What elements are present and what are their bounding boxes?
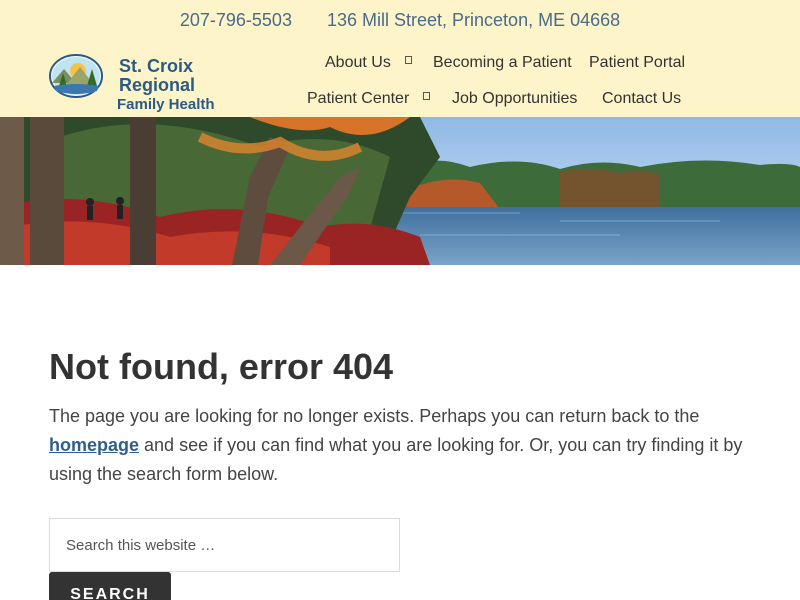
nav-job-opportunities[interactable]: Job Opportunities (452, 90, 577, 108)
site-logo[interactable]: St. Croix Regional Family Health Center (49, 53, 264, 132)
contact-bar: 207-796-5503 136 Mill Street, Princeton,… (0, 10, 800, 31)
phone-number[interactable]: 207-796-5503 (180, 10, 292, 30)
message-text-start: The page you are looking for no longer e… (49, 406, 700, 426)
logo-mountain-icon (49, 54, 103, 98)
nav-becoming-a-patient[interactable]: Becoming a Patient (433, 54, 572, 72)
nav-patient-center-label: Patient Center (307, 90, 410, 107)
homepage-link[interactable]: homepage (49, 435, 139, 455)
message-text-end: and see if you can find what you are loo… (49, 435, 743, 484)
dropdown-icon[interactable] (423, 92, 431, 100)
error-message: The page you are looking for no longer e… (49, 402, 749, 489)
nav-patient-center[interactable]: Patient Center (307, 90, 431, 108)
site-header: 207-796-5503 136 Mill Street, Princeton,… (0, 0, 800, 132)
hero-banner-image (0, 117, 800, 265)
nav-about-us[interactable]: About Us (325, 54, 412, 72)
nav-patient-portal[interactable]: Patient Portal (589, 54, 685, 72)
address: 136 Mill Street, Princeton, ME 04668 (326, 10, 621, 30)
main-content: Not found, error 404 The page you are lo… (49, 346, 749, 489)
page-title: Not found, error 404 (49, 346, 394, 387)
dropdown-icon[interactable] (404, 56, 412, 64)
search-input[interactable] (49, 518, 400, 572)
nav-contact-us[interactable]: Contact Us (602, 90, 681, 108)
search-button[interactable]: SEARCH (49, 572, 171, 600)
logo-title: St. Croix Regional (119, 56, 196, 95)
nav-about-us-label: About Us (325, 54, 391, 71)
